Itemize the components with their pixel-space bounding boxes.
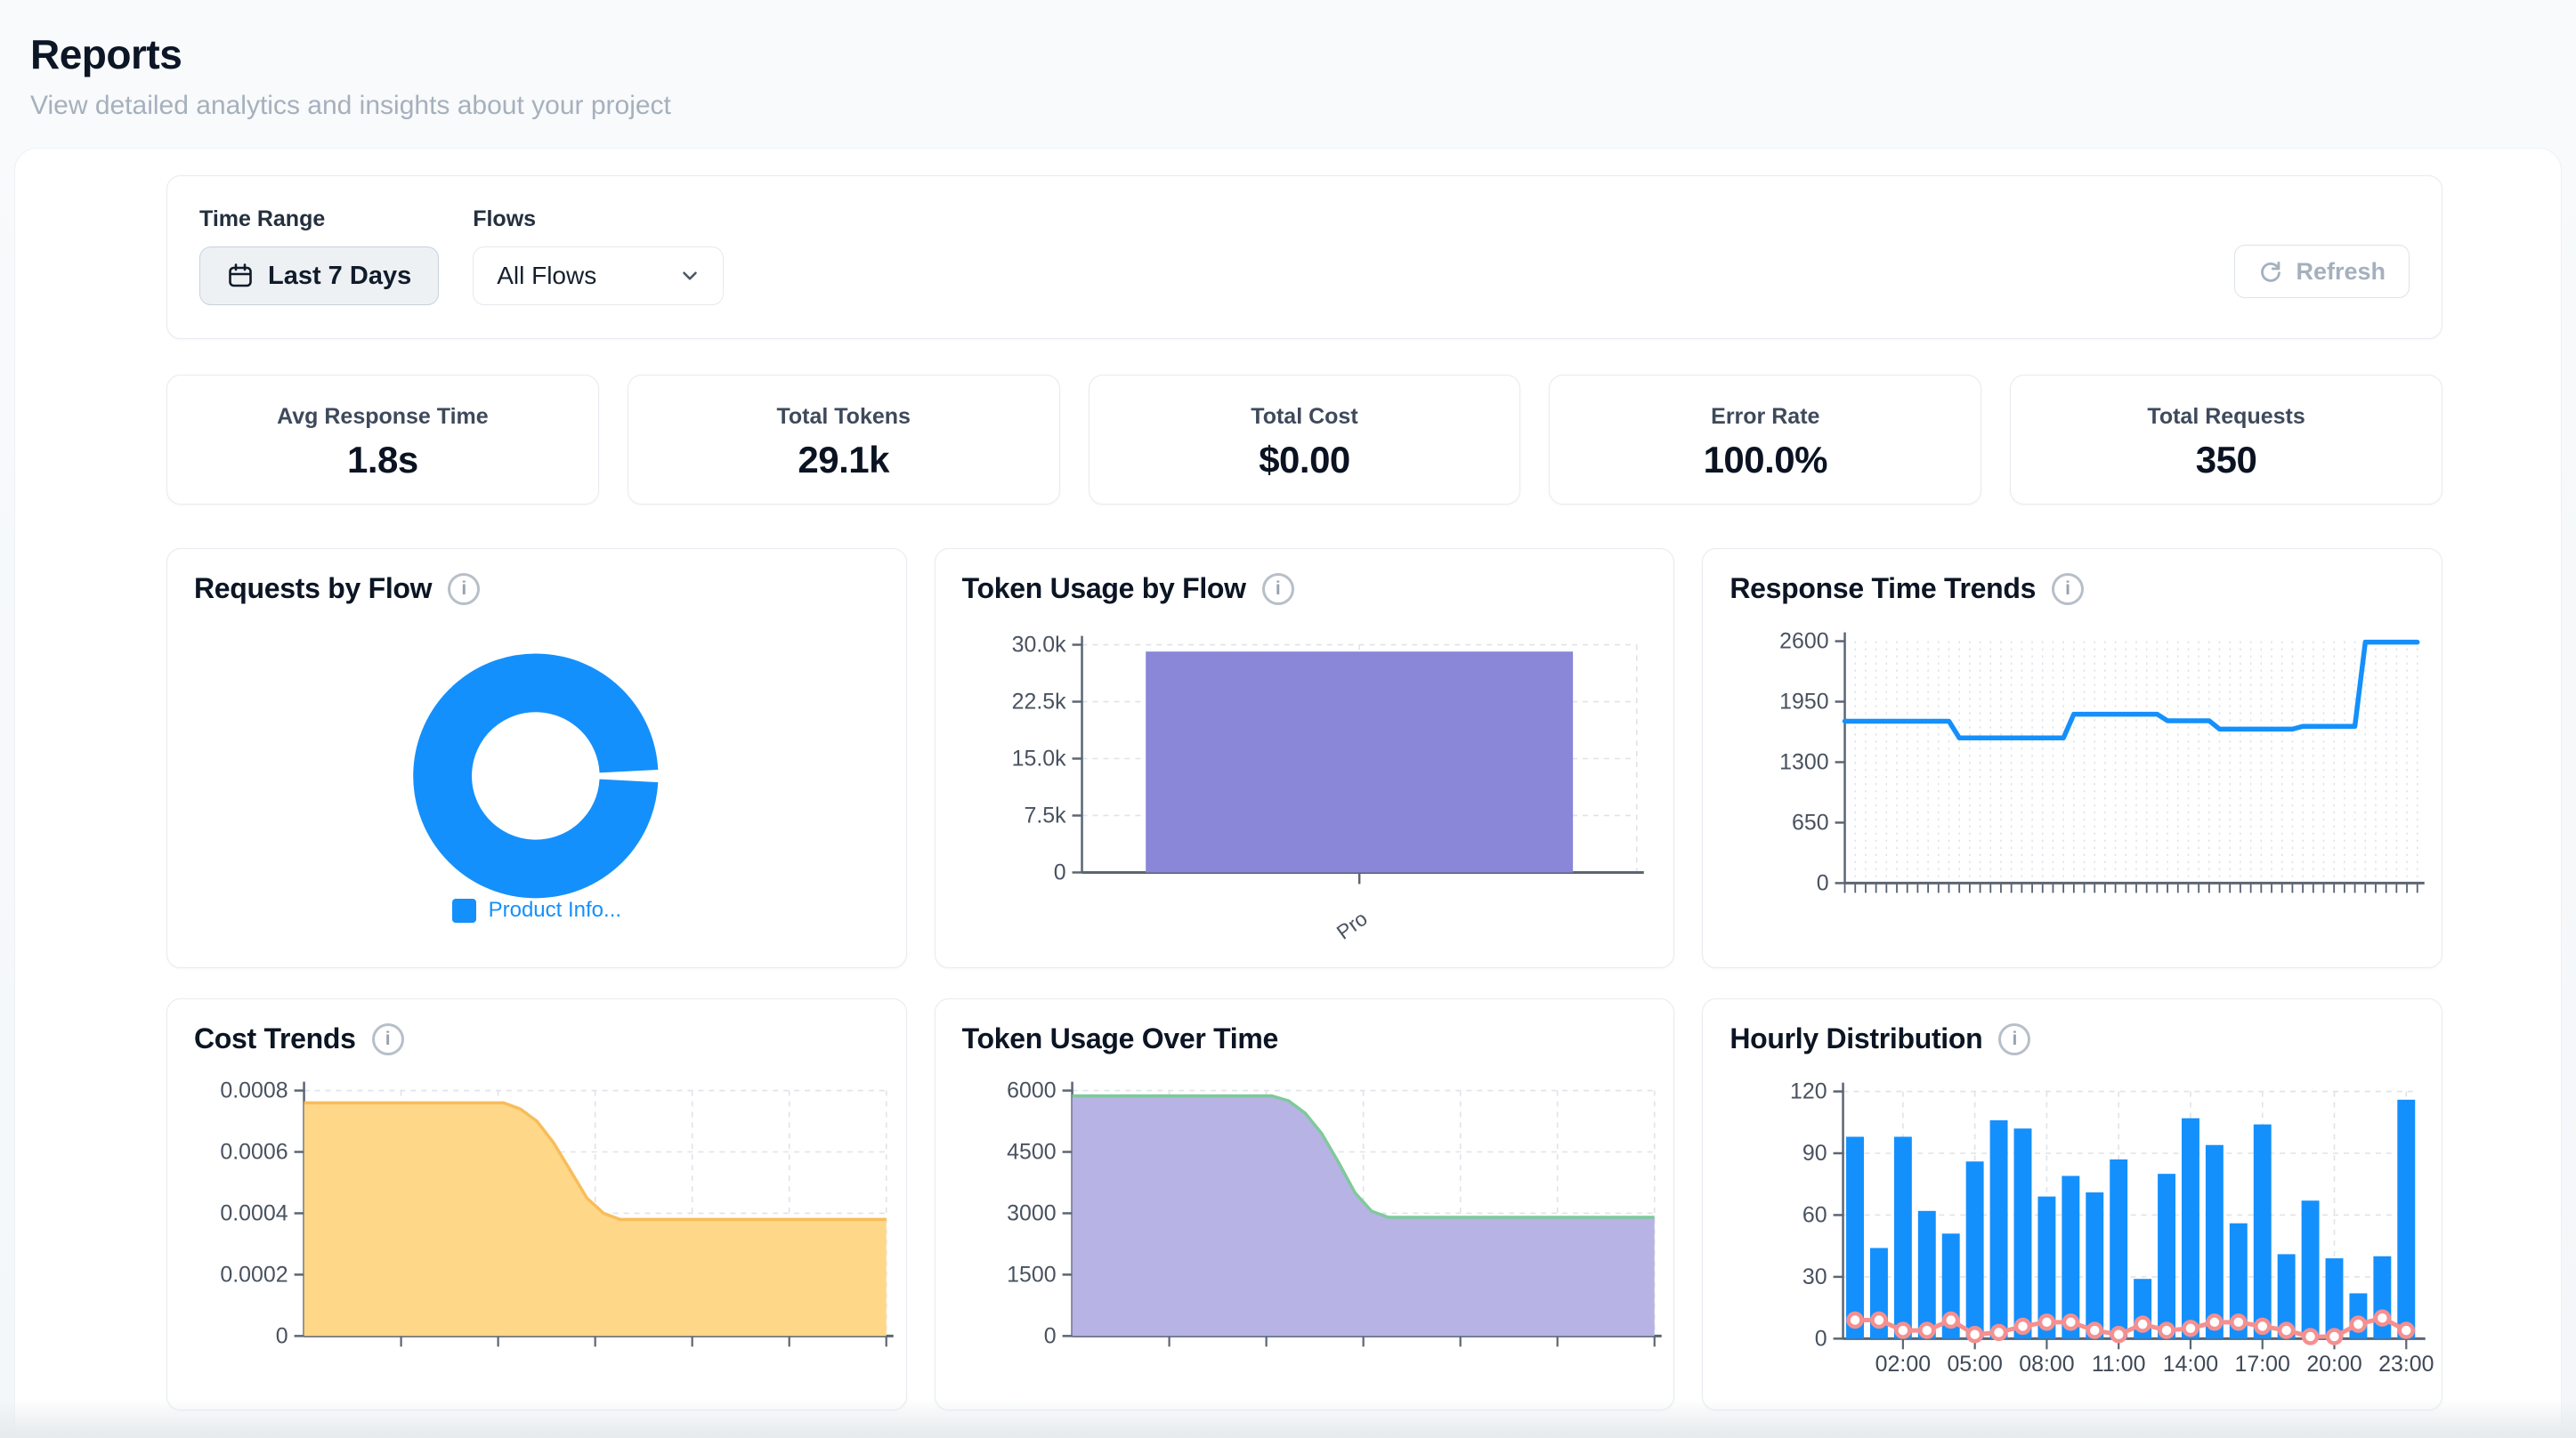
svg-text:3000: 3000 — [1007, 1200, 1056, 1225]
chart-title: Token Usage by Flow — [962, 572, 1246, 605]
svg-text:02:00: 02:00 — [1875, 1352, 1931, 1377]
chart-card-hourly-distribution: Hourly Distribution 0 30 60 90 120 02:00 05:00… — [1702, 998, 2442, 1410]
svg-text:0: 0 — [1053, 860, 1065, 885]
bar-line-chart: 0 30 60 90 120 02:00 05:00 08:00 11:00 14:00 17:00… — [1703, 999, 2442, 1410]
svg-text:0: 0 — [1817, 870, 1829, 895]
stat-value: $0.00 — [1259, 439, 1350, 481]
info-icon[interactable] — [1262, 573, 1294, 605]
svg-text:30.0k: 30.0k — [1011, 633, 1066, 658]
svg-text:08:00: 08:00 — [2020, 1352, 2075, 1377]
chart-title: Hourly Distribution — [1729, 1022, 1982, 1055]
svg-text:14:00: 14:00 — [2163, 1352, 2218, 1377]
chart-card-cost-trends: Cost Trends 0 0.0002 0.0004 0.0006 0.0008 — [166, 998, 907, 1410]
filter-bar: Time Range Last 7 Days Flows — [166, 175, 2442, 339]
area-chart: 0 1500 3000 4500 6000 — [936, 999, 1674, 1410]
info-icon[interactable] — [372, 1023, 404, 1055]
stat-label: Total Cost — [1251, 404, 1357, 430]
page-header: Reports View detailed analytics and insi… — [0, 0, 2576, 121]
svg-text:6000: 6000 — [1007, 1078, 1056, 1103]
svg-text:05:00: 05:00 — [1948, 1352, 2003, 1377]
line-chart: 0 650 1300 1950 2600 — [1703, 549, 2442, 967]
svg-text:20:00: 20:00 — [2307, 1352, 2362, 1377]
stat-label: Avg Response Time — [277, 404, 489, 430]
chart-card-response-time-trends: Response Time Trends 0 650 1300 1950 2600 — [1702, 548, 2442, 968]
stat-label: Total Tokens — [776, 404, 910, 430]
svg-text:15.0k: 15.0k — [1011, 747, 1066, 772]
page-title: Reports — [30, 30, 2576, 78]
svg-text:23:00: 23:00 — [2378, 1352, 2434, 1377]
time-range-label: Time Range — [199, 206, 439, 232]
info-icon[interactable] — [448, 573, 480, 605]
svg-text:2600: 2600 — [1779, 629, 1828, 654]
svg-text:60: 60 — [1802, 1202, 1827, 1227]
stat-value: 1.8s — [347, 439, 418, 481]
content-panel: Time Range Last 7 Days Flows — [14, 148, 2562, 1438]
stat-card-error-rate: Error Rate 100.0% — [1549, 375, 1981, 505]
stats-row: Avg Response Time 1.8s Total Tokens 29.1… — [166, 375, 2442, 505]
refresh-label: Refresh — [2296, 258, 2386, 286]
svg-text:0: 0 — [276, 1323, 288, 1348]
svg-text:17:00: 17:00 — [2235, 1352, 2290, 1377]
svg-text:90: 90 — [1802, 1141, 1827, 1166]
stat-label: Total Requests — [2147, 404, 2305, 430]
svg-text:650: 650 — [1792, 810, 1829, 835]
bar-chart: 0 7.5k 15.0k 22.5k 30.0k Pro — [936, 549, 1674, 967]
svg-text:120: 120 — [1790, 1079, 1827, 1104]
chart-title: Response Time Trends — [1729, 572, 2036, 605]
stat-value: 350 — [2196, 439, 2257, 481]
svg-text:7.5k: 7.5k — [1024, 803, 1066, 828]
stat-value: 100.0% — [1704, 439, 1827, 481]
svg-text:1950: 1950 — [1779, 690, 1828, 715]
legend-label: Product Info... — [489, 898, 621, 923]
stat-card-total-requests: Total Requests 350 — [2010, 375, 2442, 505]
refresh-icon — [2258, 259, 2283, 284]
svg-text:1500: 1500 — [1007, 1262, 1056, 1287]
svg-text:0.0002: 0.0002 — [220, 1262, 288, 1287]
svg-text:30: 30 — [1802, 1264, 1827, 1289]
time-range-group: Time Range Last 7 Days — [199, 206, 439, 338]
chart-legend: Product Info... — [167, 898, 906, 923]
svg-text:0.0008: 0.0008 — [220, 1078, 288, 1103]
stat-card-total-cost: Total Cost $0.00 — [1089, 375, 1521, 505]
svg-text:Pro: Pro — [1332, 907, 1371, 944]
stat-value: 29.1k — [798, 439, 889, 481]
stat-card-total-tokens: Total Tokens 29.1k — [628, 375, 1060, 505]
info-icon[interactable] — [1998, 1023, 2030, 1055]
flows-label: Flows — [473, 206, 724, 232]
chevron-down-icon — [678, 264, 701, 287]
flows-select[interactable]: All Flows — [473, 246, 724, 305]
time-range-button[interactable]: Last 7 Days — [199, 246, 439, 305]
flows-value: All Flows — [497, 262, 596, 290]
svg-text:0.0006: 0.0006 — [220, 1140, 288, 1165]
area-chart: 0 0.0002 0.0004 0.0006 0.0008 — [167, 999, 906, 1410]
refresh-button[interactable]: Refresh — [2234, 245, 2410, 298]
svg-text:0.0004: 0.0004 — [220, 1200, 288, 1225]
svg-text:4500: 4500 — [1007, 1140, 1056, 1165]
stat-label: Error Rate — [1711, 404, 1819, 430]
chart-card-token-usage-by-flow: Token Usage by Flow 0 7.5k 15.0k 22.5k 30.0k… — [935, 548, 1675, 968]
flows-group: Flows All Flows — [473, 206, 724, 338]
svg-text:1300: 1300 — [1779, 749, 1828, 774]
info-icon[interactable] — [2052, 573, 2084, 605]
time-range-value: Last 7 Days — [268, 262, 411, 291]
chart-title: Token Usage Over Time — [962, 1022, 1278, 1055]
calendar-icon — [227, 263, 254, 289]
page-subtitle: View detailed analytics and insights abo… — [30, 91, 2576, 121]
chart-card-requests-by-flow: Requests by Flow Product Info... — [166, 548, 907, 968]
chart-card-token-usage-over-time: Token Usage Over Time 0 1500 3000 4500 6000 — [935, 998, 1675, 1410]
svg-text:0: 0 — [1043, 1323, 1056, 1348]
chart-title: Requests by Flow — [194, 572, 432, 605]
stat-card-avg-response-time: Avg Response Time 1.8s — [166, 375, 599, 505]
legend-swatch — [452, 899, 476, 923]
svg-text:11:00: 11:00 — [2092, 1352, 2146, 1377]
svg-text:0: 0 — [1815, 1326, 1827, 1351]
chart-title: Cost Trends — [194, 1022, 356, 1055]
charts-grid: Requests by Flow Product Info... Token U… — [166, 548, 2442, 1410]
svg-text:22.5k: 22.5k — [1011, 690, 1066, 715]
